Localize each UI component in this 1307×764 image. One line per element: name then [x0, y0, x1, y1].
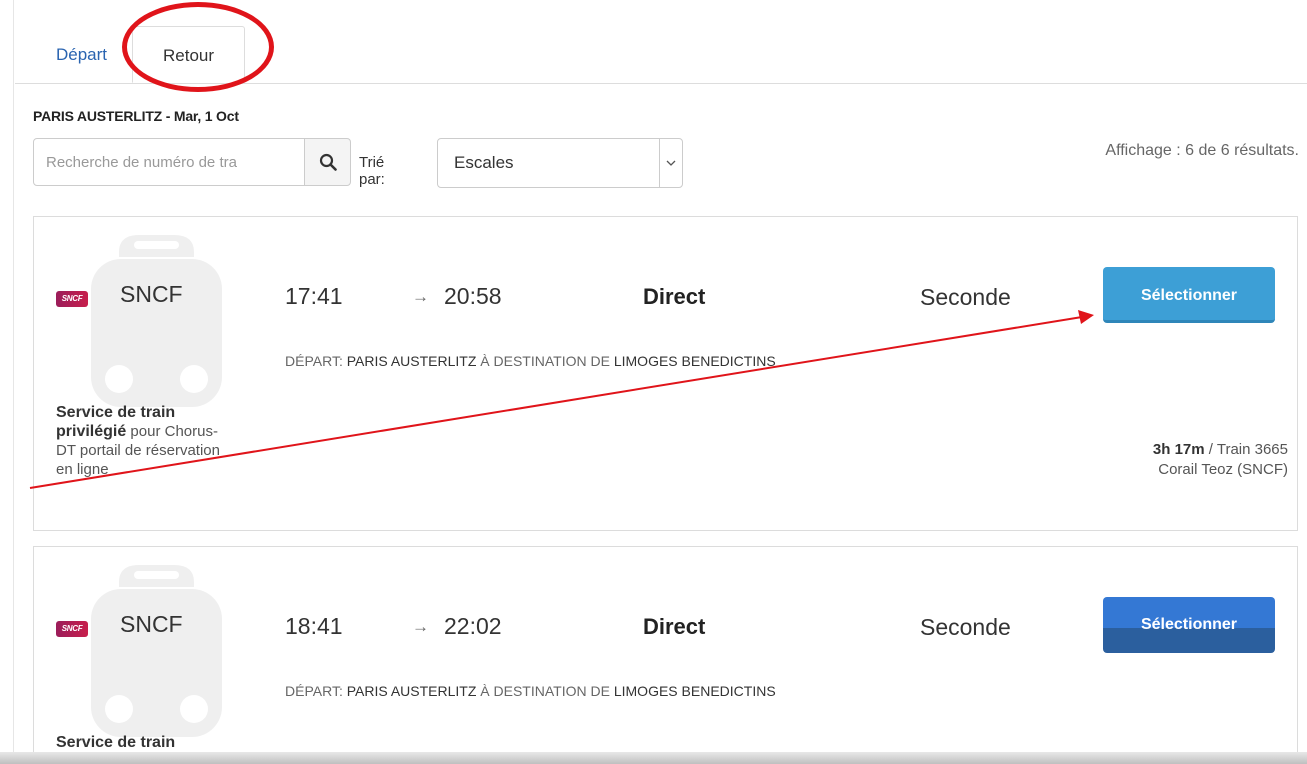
departure-station: PARIS AUSTERLITZ — [346, 353, 477, 369]
destination-station: LIMOGES BENEDICTINS — [613, 683, 776, 699]
route-details: DÉPART: PARIS AUSTERLITZ À DESTINATION D… — [285, 683, 776, 699]
destination-label: À DESTINATION DE — [476, 353, 614, 369]
sort-selected-value: Escales — [454, 153, 514, 172]
departure-label: DÉPART: — [285, 683, 347, 699]
departure-time: 18:41 — [285, 613, 343, 639]
search-button[interactable] — [304, 138, 351, 186]
destination-label: À DESTINATION DE — [476, 683, 614, 699]
arrival-time: 22:02 — [444, 613, 502, 639]
window-bottom-edge — [0, 752, 1307, 764]
train-type: Corail Teoz (SNCF) — [1158, 461, 1288, 478]
duration-info: 3h 17m / Train 3665 Corail Teoz (SNCF) — [1153, 440, 1288, 480]
chevron-down-icon — [666, 160, 676, 166]
destination-station: LIMOGES BENEDICTINS — [613, 353, 776, 369]
train-number-search-input[interactable] — [33, 138, 305, 186]
fare-class: Seconde — [920, 614, 1011, 640]
service-bold: Service de train — [56, 734, 176, 751]
arrow-right-icon: → — [412, 617, 429, 636]
magnifier-icon — [319, 153, 337, 171]
stops-label: Direct — [643, 284, 706, 309]
departure-time: 17:41 — [285, 283, 343, 309]
carrier-name: SNCF — [120, 611, 183, 637]
arrival-time: 20:58 — [444, 283, 502, 309]
service-description: Service de train — [56, 733, 236, 752]
duration: 3h 17m — [1152, 441, 1205, 458]
train-results-page: Départ Retour PARIS AUSTERLITZ - Mar, 1 … — [0, 0, 1307, 764]
train-icon — [91, 565, 222, 737]
select-button[interactable]: Sélectionner — [1103, 267, 1275, 323]
route-details: DÉPART: PARIS AUSTERLITZ À DESTINATION D… — [285, 353, 776, 369]
tab-retour[interactable]: Retour — [132, 26, 245, 83]
service-description: Service de train privilégié pour Chorus-… — [56, 403, 236, 479]
sncf-logo: SNCF — [56, 621, 88, 637]
sort-select[interactable]: Escales — [437, 138, 683, 188]
carrier-name: SNCF — [120, 281, 183, 307]
direction-tabs: Départ Retour — [15, 26, 1307, 84]
left-border — [13, 0, 14, 764]
results-count: Affichage : 6 de 6 résultats. — [1105, 142, 1299, 159]
stops-label: Direct — [643, 614, 706, 639]
select-button[interactable]: Sélectionner — [1103, 597, 1275, 653]
train-number: / Train 3665 — [1204, 441, 1288, 458]
result-card: SNCF SNCF 18:41 → 22:02 Direct Seconde S… — [33, 546, 1298, 764]
route-title: PARIS AUSTERLITZ - Mar, 1 Oct — [33, 108, 239, 124]
sort-label: Trié par: — [359, 154, 385, 188]
sncf-logo: SNCF — [56, 291, 88, 307]
tab-depart[interactable]: Départ — [41, 26, 122, 83]
train-icon — [91, 235, 222, 407]
arrow-right-icon: → — [412, 287, 429, 306]
departure-label: DÉPART: — [285, 353, 347, 369]
fare-class: Seconde — [920, 284, 1011, 310]
departure-station: PARIS AUSTERLITZ — [346, 683, 477, 699]
result-card: SNCF SNCF 17:41 → 20:58 Direct Seconde S… — [33, 216, 1298, 531]
sort-caret — [659, 139, 682, 187]
